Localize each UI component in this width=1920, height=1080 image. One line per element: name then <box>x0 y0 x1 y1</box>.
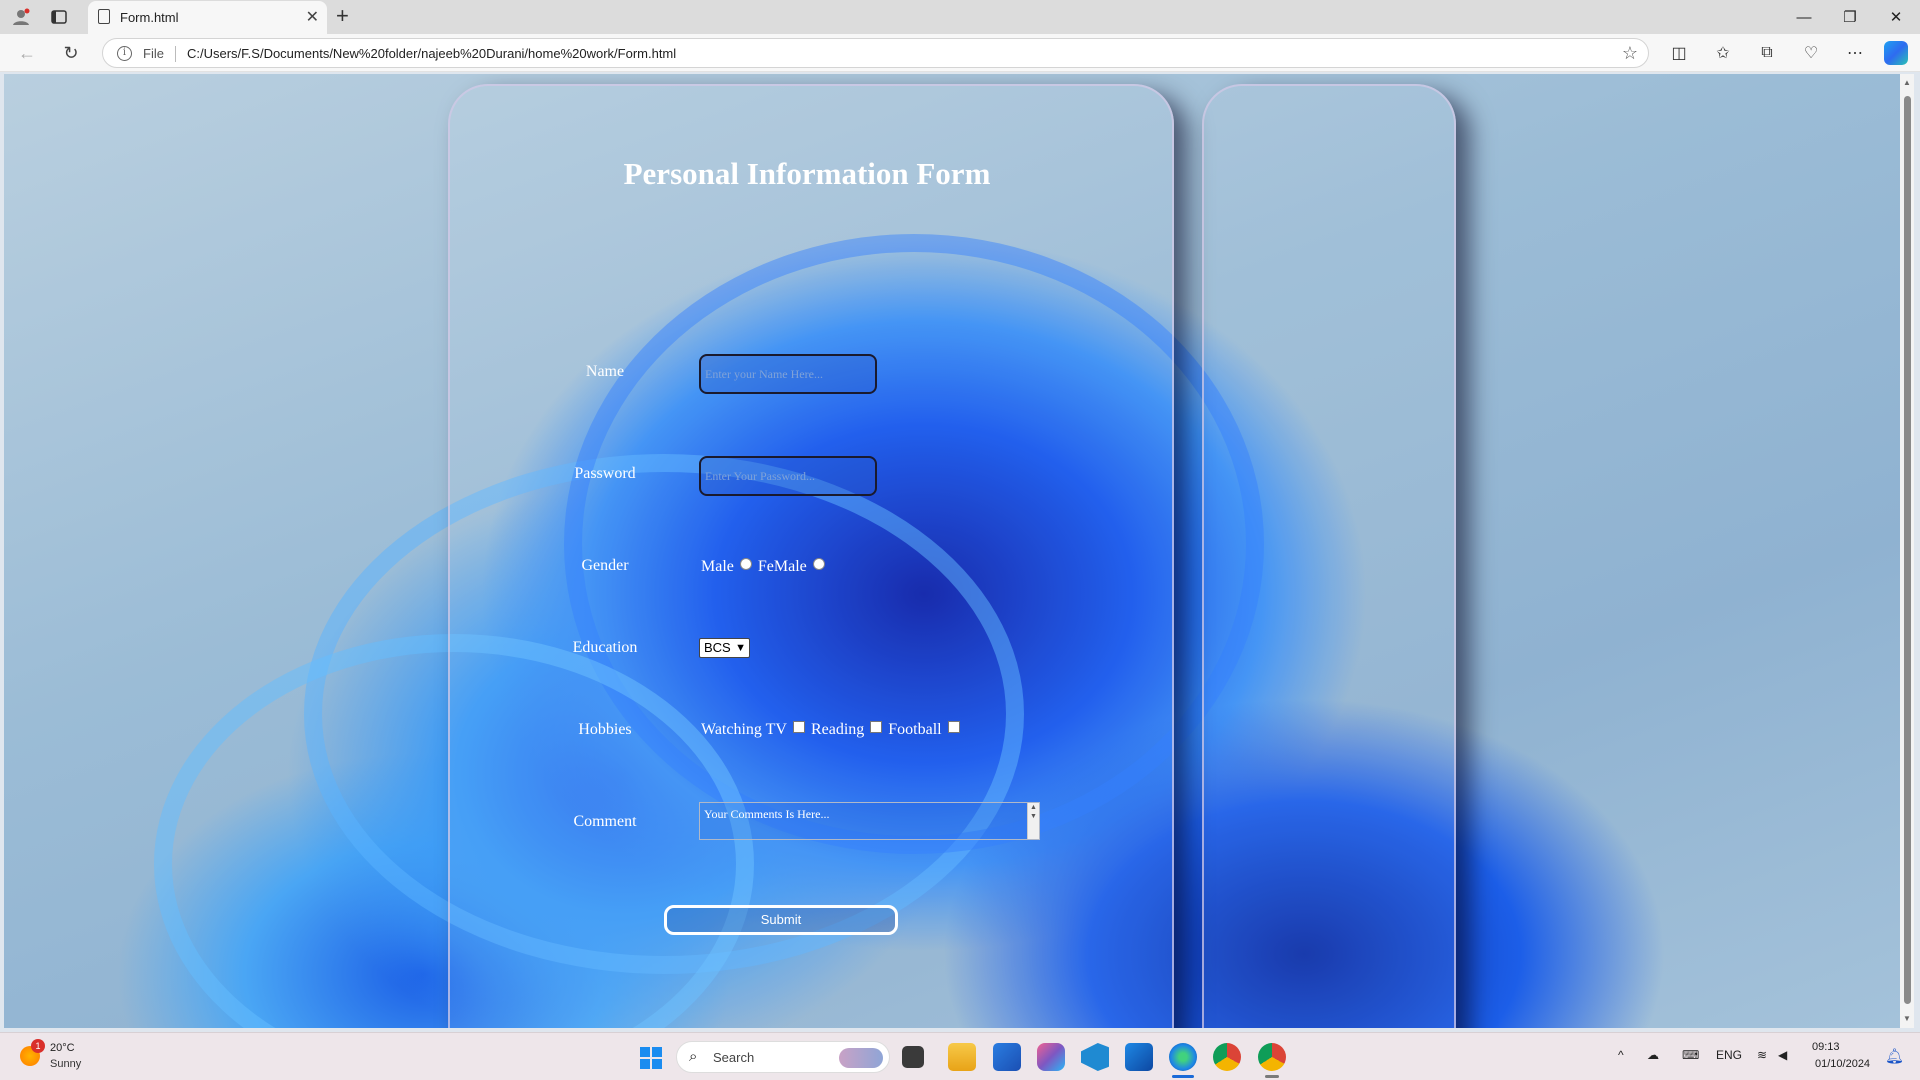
profile-icon[interactable] <box>10 6 32 28</box>
notification-bell-icon[interactable]: 🔔︎ <box>1885 1047 1904 1065</box>
address-url[interactable]: C:/Users/F.S/Documents/New%20folder/naje… <box>187 46 676 61</box>
info-icon[interactable]: i <box>117 46 132 61</box>
education-select[interactable]: BCS ▼ <box>699 638 750 658</box>
file-explorer-icon[interactable] <box>948 1043 976 1071</box>
education-label: Education <box>572 639 638 656</box>
hobby-reading-checkbox[interactable] <box>870 721 883 733</box>
tab-form-html[interactable]: Form.html ✕ <box>88 1 327 34</box>
clock-time[interactable]: 09:13 <box>1812 1041 1840 1053</box>
gender-male-label: Male <box>701 558 734 575</box>
edge-active-indicator <box>1172 1075 1194 1078</box>
weather-temp[interactable]: 20°C <box>50 1042 75 1054</box>
language-indicator[interactable]: ENG <box>1716 1048 1742 1062</box>
form-title: Personal Information Form <box>623 156 991 191</box>
hobby-tv-label: Watching TV <box>701 721 787 738</box>
page-icon <box>98 9 110 24</box>
volume-icon[interactable]: ◀ <box>1778 1048 1787 1062</box>
hobby-reading-label: Reading <box>810 721 865 738</box>
search-placeholder: Search <box>713 1050 755 1065</box>
favorites-icon[interactable]: ✩ <box>1711 42 1735 64</box>
chevron-down-icon: ▼ <box>735 642 746 654</box>
page-viewport <box>4 74 1900 1028</box>
gender-female-label: FeMale <box>757 558 807 575</box>
scrollbar-thumb[interactable] <box>1904 96 1911 1004</box>
weather-desc[interactable]: Sunny <box>50 1058 81 1070</box>
search-icon: ⌕ <box>689 1048 698 1065</box>
gender-options: Male FeMale <box>701 558 831 576</box>
hobby-tv-checkbox[interactable] <box>792 721 805 733</box>
collections-icon[interactable]: ⧉ <box>1755 42 1779 64</box>
taskbar-search[interactable]: ⌕ Search <box>676 1041 890 1073</box>
side-card <box>1202 84 1456 1028</box>
tray-chevron-up-icon[interactable]: ^ <box>1618 1048 1624 1062</box>
hobbies-label: Hobbies <box>578 721 632 738</box>
name-label: Name <box>585 363 625 380</box>
task-view-icon[interactable] <box>902 1046 924 1068</box>
weather-badge: 1 <box>31 1039 45 1053</box>
copilot-icon[interactable] <box>1884 41 1908 65</box>
comment-placeholder: Your Comments Is Here... <box>704 807 830 821</box>
keyboard-icon[interactable]: ⌨ <box>1682 1048 1699 1062</box>
tab-bar: Form.html ✕ + — ❐ ✕ <box>0 0 1920 34</box>
windows-start-icon[interactable] <box>640 1047 662 1069</box>
comment-textarea[interactable]: Your Comments Is Here... ▲ ▼ <box>699 802 1040 840</box>
browser-essentials-icon[interactable]: ♡ <box>1799 42 1823 64</box>
scroll-up-icon[interactable]: ▲ <box>1903 78 1911 87</box>
minimize-icon[interactable]: — <box>1782 4 1826 30</box>
submit-button[interactable]: Submit <box>664 905 898 935</box>
comment-scrollbar[interactable]: ▲ ▼ <box>1027 803 1039 839</box>
education-selected: BCS <box>704 640 731 655</box>
outlook-icon[interactable] <box>1125 1043 1153 1071</box>
gender-male-radio[interactable] <box>739 558 752 570</box>
tab-actions-icon[interactable] <box>48 6 70 28</box>
close-window-icon[interactable]: ✕ <box>1874 4 1918 30</box>
name-input[interactable] <box>699 354 877 394</box>
new-tab-icon[interactable]: + <box>336 3 349 29</box>
form-card <box>448 84 1174 1028</box>
comment-label: Comment <box>573 813 637 830</box>
password-input[interactable] <box>699 456 877 496</box>
taskbar: 1 20°C Sunny ⌕ Search ^ ☁ ⌨ ENG ≋ ◀ 09:1… <box>0 1032 1920 1080</box>
vscode-icon[interactable] <box>1081 1043 1109 1071</box>
chrome-icon[interactable] <box>1213 1043 1241 1071</box>
close-tab-icon[interactable]: ✕ <box>306 7 319 27</box>
wifi-icon[interactable]: ≋ <box>1757 1048 1767 1062</box>
gender-label: Gender <box>581 557 629 574</box>
page-scrollbar[interactable]: ▲ ▼ <box>1900 74 1914 1028</box>
address-bar[interactable]: i File C:/Users/F.S/Documents/New%20fold… <box>102 38 1649 68</box>
reload-icon[interactable]: ↻ <box>58 41 84 65</box>
more-options-icon[interactable]: ⋯ <box>1843 42 1867 64</box>
split-screen-icon[interactable]: ◫ <box>1667 42 1691 64</box>
store-icon[interactable] <box>993 1043 1021 1071</box>
chrome-profile-icon[interactable] <box>1258 1043 1286 1071</box>
tab-title: Form.html <box>120 10 179 25</box>
browser-toolbar: ← ↻ i File C:/Users/F.S/Documents/New%20… <box>0 34 1920 72</box>
gender-female-radio[interactable] <box>812 558 825 570</box>
copilot-app-icon[interactable] <box>1037 1043 1065 1071</box>
onedrive-icon[interactable]: ☁ <box>1647 1048 1659 1062</box>
address-divider <box>175 46 176 62</box>
address-scheme: File <box>143 46 164 61</box>
search-highlight-icon <box>839 1048 883 1068</box>
password-label: Password <box>574 465 636 482</box>
chrome-running-indicator <box>1265 1075 1279 1078</box>
back-icon[interactable]: ← <box>14 41 40 65</box>
edge-icon[interactable] <box>1169 1043 1197 1071</box>
scroll-down-icon[interactable]: ▼ <box>1903 1014 1911 1023</box>
clock-date[interactable]: 01/10/2024 <box>1815 1058 1870 1070</box>
favorite-star-icon[interactable]: ☆ <box>1622 43 1638 64</box>
hobbies-options: Watching TV Reading Football <box>701 721 966 739</box>
hobby-football-checkbox[interactable] <box>947 721 960 733</box>
restore-icon[interactable]: ❐ <box>1828 4 1872 30</box>
hobby-football-label: Football <box>888 721 942 738</box>
